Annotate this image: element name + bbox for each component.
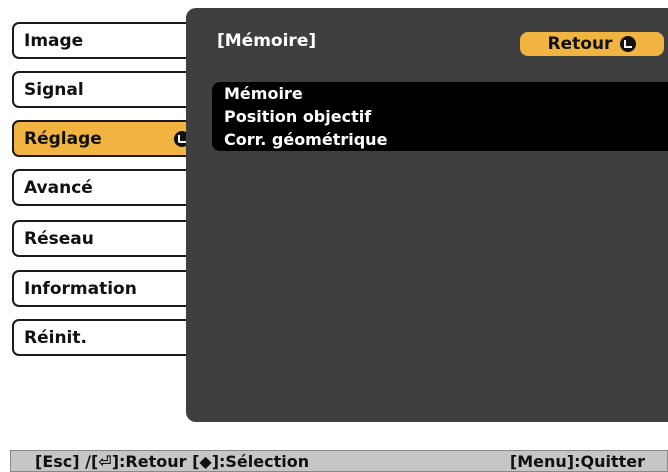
menu-item-avance[interactable]: Avancé (12, 169, 200, 206)
help-text-quit: [Menu]:Quitter (509, 452, 645, 471)
menu-item-label: Information (24, 278, 137, 299)
menu-item-label: Réseau (24, 228, 94, 249)
enter-icon (620, 36, 637, 52)
menu-item-label: Signal (24, 79, 84, 100)
submenu-item-corr-geometrique[interactable]: Corr. géométrique (212, 128, 668, 151)
menu-item-image[interactable]: Image (12, 22, 200, 59)
submenu-item-memoire[interactable]: Mémoire (212, 82, 668, 105)
submenu-list: Mémoire Position objectif Corr. géométri… (212, 82, 668, 151)
submenu-panel: [Mémoire] Retour Mémoire Position object… (186, 8, 668, 422)
menu-item-label: Réglage (24, 128, 102, 149)
menu-item-reinit[interactable]: Réinit. (12, 319, 200, 356)
back-button[interactable]: Retour (520, 32, 664, 56)
menu-item-label: Avancé (24, 177, 93, 198)
menu-item-label: Image (24, 30, 84, 51)
menu-item-label: Réinit. (24, 327, 87, 348)
help-bar: [Esc] /[⏎]:Retour [◆]:Sélection [Menu]:Q… (10, 450, 668, 472)
menu-item-information[interactable]: Information (12, 270, 200, 307)
menu-item-reglage[interactable]: Réglage (12, 120, 200, 157)
help-text-navigation: [Esc] /[⏎]:Retour [◆]:Sélection (35, 452, 310, 471)
submenu-item-position-objectif[interactable]: Position objectif (212, 105, 668, 128)
panel-title: [Mémoire] (217, 31, 317, 51)
menu-item-signal[interactable]: Signal (12, 71, 200, 108)
back-button-label: Retour (547, 34, 613, 54)
menu-item-reseau[interactable]: Réseau (12, 220, 200, 257)
